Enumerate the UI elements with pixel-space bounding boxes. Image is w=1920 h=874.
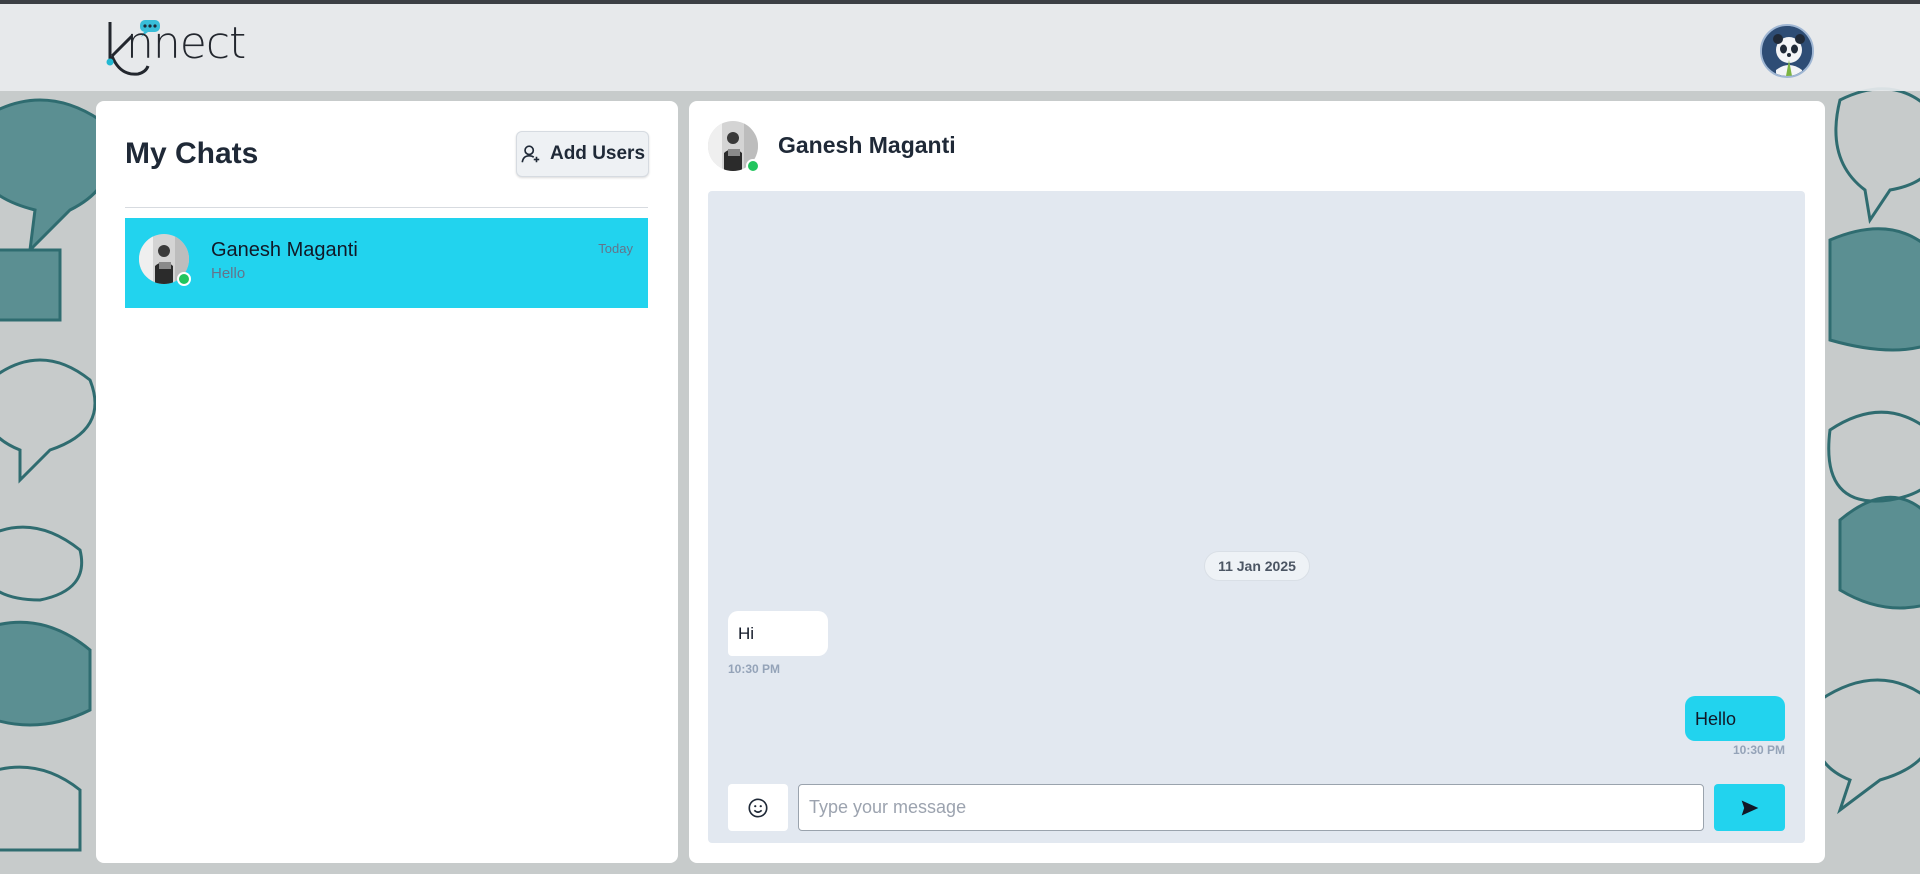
chat-avatar — [139, 234, 191, 286]
chat-timestamp: Today — [598, 241, 633, 256]
incoming-message-bubble: Hi — [728, 611, 828, 656]
user-plus-icon — [521, 145, 540, 163]
panda-avatar-icon — [1762, 26, 1812, 76]
window-top-border — [0, 0, 1920, 4]
message-input[interactable] — [798, 784, 1704, 831]
online-status-dot — [177, 272, 191, 286]
chat-list-panel: My Chats Add Users Ganesh Maganti Hello … — [96, 101, 678, 863]
conversation-contact-name: Ganesh Maganti — [778, 132, 956, 158]
profile-avatar[interactable] — [1760, 24, 1814, 78]
smiley-icon — [748, 797, 768, 818]
send-button[interactable] — [1714, 784, 1785, 831]
emoji-button[interactable] — [728, 784, 788, 831]
chat-last-message: Hello — [211, 265, 246, 282]
add-users-button[interactable]: Add Users — [516, 131, 649, 177]
outgoing-message-time: 10:30 PM — [1732, 743, 1785, 757]
knnect-logo[interactable]: nnect — [104, 16, 264, 82]
outgoing-message-bubble: Hello — [1685, 696, 1785, 741]
online-status-dot — [746, 159, 760, 173]
conversation-panel: Ganesh Maganti 11 Jan 2025 Hi 10:30 PM H… — [689, 101, 1825, 863]
chat-list-divider — [125, 207, 648, 208]
chat-contact-name: Ganesh Maganti — [211, 239, 358, 261]
incoming-message-time: 10:30 PM — [728, 662, 781, 676]
date-separator: 11 Jan 2025 — [1204, 551, 1310, 581]
add-users-label: Add Users — [549, 143, 646, 164]
app-header: nnect — [0, 4, 1920, 91]
conversation-avatar[interactable] — [708, 121, 760, 173]
messages-area[interactable]: 11 Jan 2025 Hi 10:30 PM Hello 10:30 PM — [708, 191, 1805, 843]
my-chats-title: My Chats — [125, 137, 259, 170]
send-icon — [1741, 800, 1758, 815]
chat-list-item[interactable]: Ganesh Maganti Hello Today — [125, 218, 648, 308]
